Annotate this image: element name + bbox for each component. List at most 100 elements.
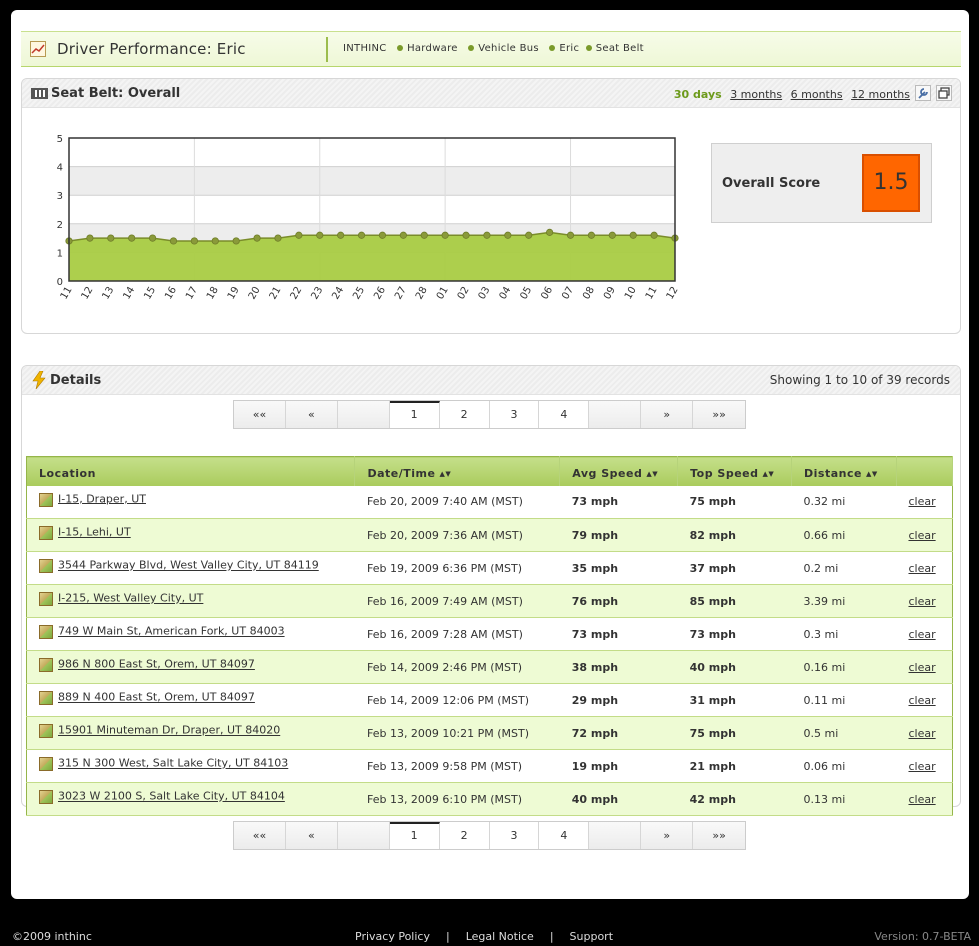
location-link[interactable]: 15901 Minuteman Dr, Draper, UT 84020: [58, 724, 280, 737]
map-icon[interactable]: [39, 559, 53, 573]
overall-score-box: Overall Score 1.5: [711, 143, 932, 223]
table-row: 15901 Minuteman Dr, Draper, UT 84020 Feb …: [26, 716, 953, 750]
column-avg-speed[interactable]: Avg Speed ▲▼: [559, 456, 679, 486]
header-divider: [326, 37, 328, 62]
map-icon[interactable]: [39, 658, 53, 672]
location-link[interactable]: 889 N 400 East St, Orem, UT 84097: [58, 691, 255, 704]
first-page-button[interactable]: ««: [234, 822, 286, 849]
location-link[interactable]: 749 W Main St, American Fork, UT 84003: [58, 625, 285, 638]
next-page-button[interactable]: »: [641, 822, 694, 849]
cell-distance: 0.13 mi: [791, 782, 897, 816]
page-4-button[interactable]: 4: [539, 401, 590, 428]
location-link[interactable]: I-15, Lehi, UT: [58, 526, 131, 539]
map-icon[interactable]: [39, 592, 53, 606]
cell-avg-speed: 76 mph: [559, 584, 678, 618]
clear-link[interactable]: clear: [908, 793, 935, 806]
cell-location: I-15, Lehi, UT: [26, 518, 355, 552]
privacy-policy-link[interactable]: Privacy Policy: [355, 930, 430, 943]
cell-avg-speed: 40 mph: [559, 782, 678, 816]
page-1-button[interactable]: 1: [389, 822, 440, 849]
wrench-icon[interactable]: [915, 85, 931, 101]
location-link[interactable]: I-215, West Valley City, UT: [58, 592, 203, 605]
clear-link[interactable]: clear: [908, 661, 935, 674]
clear-link[interactable]: clear: [908, 529, 935, 542]
table-row: 986 N 800 East St, Orem, UT 84097 Feb 14,…: [26, 650, 953, 684]
table-row: 749 W Main St, American Fork, UT 84003 Fe…: [26, 617, 953, 651]
first-page-button[interactable]: ««: [234, 401, 286, 428]
range-3-months[interactable]: 3 months: [730, 88, 782, 101]
range-12-months[interactable]: 12 months: [851, 88, 910, 101]
pager-bottom: «« « 1 2 3 4 » »»: [233, 821, 746, 850]
cell-top-speed: 40 mph: [677, 650, 792, 684]
range-6-months[interactable]: 6 months: [791, 88, 843, 101]
cell-datetime: Feb 14, 2009 12:06 PM (MST): [354, 683, 560, 717]
prev-page-button[interactable]: «: [285, 401, 338, 428]
cell-actions: clear: [896, 551, 953, 585]
breadcrumb-item[interactable]: Hardware: [407, 43, 458, 54]
cell-location: 3544 Parkway Blvd, West Valley City, UT …: [26, 551, 355, 585]
x-tick-label: 10: [623, 285, 639, 302]
cell-location: 315 N 300 West, Salt Lake City, UT 84103: [26, 749, 355, 783]
map-icon[interactable]: [39, 790, 53, 804]
page-1-button[interactable]: 1: [389, 401, 440, 428]
popout-icon[interactable]: [936, 85, 952, 101]
x-tick-label: 26: [372, 285, 388, 302]
location-link[interactable]: 986 N 800 East St, Orem, UT 84097: [58, 658, 255, 671]
cell-top-speed: 75 mph: [677, 485, 792, 519]
breadcrumb-item[interactable]: INTHINC: [343, 43, 387, 54]
x-tick-label: 14: [121, 285, 137, 302]
breadcrumb-item[interactable]: Seat Belt: [596, 43, 644, 54]
next-page-button[interactable]: »: [641, 401, 694, 428]
page-4-button[interactable]: 4: [539, 822, 590, 849]
data-point: [525, 231, 533, 239]
x-tick-label: 02: [456, 285, 472, 302]
range-30-days[interactable]: 30 days: [674, 88, 722, 101]
map-icon[interactable]: [39, 724, 53, 738]
last-page-button[interactable]: »»: [693, 401, 746, 428]
last-page-button[interactable]: »»: [693, 822, 746, 849]
y-tick-label: 3: [57, 191, 63, 202]
column-datetime[interactable]: Date/Time ▲▼: [354, 456, 561, 486]
legal-notice-link[interactable]: Legal Notice: [466, 930, 534, 943]
support-link[interactable]: Support: [570, 930, 613, 943]
location-link[interactable]: I-15, Draper, UT: [58, 492, 146, 505]
page-3-button[interactable]: 3: [489, 822, 540, 849]
location-link[interactable]: 3023 W 2100 S, Salt Lake City, UT 84104: [58, 790, 285, 803]
clear-link[interactable]: clear: [908, 628, 935, 641]
table-row: 889 N 400 East St, Orem, UT 84097 Feb 14,…: [26, 683, 953, 717]
data-point: [86, 234, 94, 242]
x-tick-label: 25: [351, 285, 367, 302]
page-2-button[interactable]: 2: [439, 822, 490, 849]
map-icon[interactable]: [39, 625, 53, 639]
cell-avg-speed: 79 mph: [559, 518, 678, 552]
clear-link[interactable]: clear: [908, 694, 935, 707]
x-tick-label: 04: [498, 285, 514, 302]
cell-top-speed: 73 mph: [677, 617, 792, 651]
breadcrumb-item[interactable]: Eric: [559, 43, 579, 54]
column-top-speed[interactable]: Top Speed ▲▼: [677, 456, 793, 486]
clear-link[interactable]: clear: [908, 562, 935, 575]
location-link[interactable]: 315 N 300 West, Salt Lake City, UT 84103: [58, 757, 288, 770]
column-distance[interactable]: Distance ▲▼: [791, 456, 897, 486]
x-tick-label: 07: [560, 285, 576, 302]
map-icon[interactable]: [39, 526, 53, 540]
page-2-button[interactable]: 2: [439, 401, 490, 428]
clear-link[interactable]: clear: [908, 595, 935, 608]
table-row: I-15, Lehi, UT Feb 20, 2009 7:36 AM (MST)…: [26, 518, 953, 552]
data-point: [107, 234, 115, 242]
cell-top-speed: 37 mph: [677, 551, 792, 585]
data-point: [211, 237, 219, 245]
clear-link[interactable]: clear: [908, 495, 935, 508]
clear-link[interactable]: clear: [908, 760, 935, 773]
breadcrumb-item[interactable]: Vehicle Bus: [478, 43, 539, 54]
x-tick-label: 24: [330, 285, 346, 302]
map-icon[interactable]: [39, 757, 53, 771]
cell-datetime: Feb 20, 2009 7:36 AM (MST): [354, 518, 560, 552]
prev-page-button[interactable]: «: [285, 822, 338, 849]
map-icon[interactable]: [39, 492, 53, 507]
clear-link[interactable]: clear: [908, 727, 935, 740]
pager-spacer: [337, 822, 390, 849]
map-icon[interactable]: [39, 691, 53, 705]
page-3-button[interactable]: 3: [489, 401, 540, 428]
location-link[interactable]: 3544 Parkway Blvd, West Valley City, UT …: [58, 559, 319, 572]
